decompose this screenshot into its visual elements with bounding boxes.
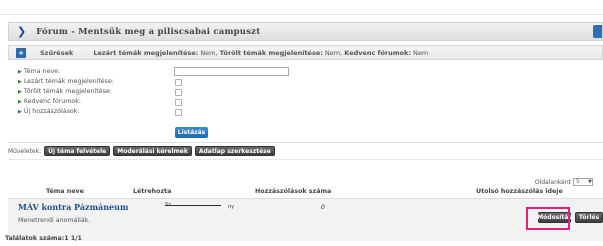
forum-title: Fórum - Mentsük meg a piliscsabai campus…: [36, 26, 261, 37]
arrow-icon: ▶: [18, 108, 22, 115]
header-last-post-time: Utolsó hozzászólás ideje: [476, 188, 563, 195]
corner-action-button[interactable]: [593, 25, 602, 38]
list-button[interactable]: Listázás: [175, 127, 208, 138]
form-row-topic-name: ▶ Téma neve:: [18, 67, 60, 76]
header-created-by: Létrehozta: [133, 188, 172, 195]
closed-topics-label: Lezárt témák megjelenítése:: [23, 78, 114, 85]
per-page-control: Oldalanként 5 ▼: [535, 178, 593, 186]
topic-link[interactable]: MÁV kontra Pázmáneum: [18, 202, 128, 212]
filter-summary: Lezárt témák megjelenítése: Nem, Törölt …: [93, 48, 429, 57]
form-row-favorites: ▶ Kedvenc fórumok:: [18, 97, 81, 106]
redaction-line: [165, 205, 221, 206]
forum-header-bar: ❯ Fórum - Mentsük meg a piliscsabai camp…: [8, 22, 603, 41]
per-page-select[interactable]: 5 ▼: [573, 178, 593, 186]
header-topic-name: Téma neve: [46, 188, 84, 195]
closed-topics-checkbox[interactable]: [175, 79, 182, 86]
deleted-topics-label: Törölt témák megjelenítése:: [23, 88, 112, 95]
arrow-icon: ▶: [18, 98, 22, 105]
table-row: MÁV kontra Pázmáneum Sz ny 0 Menetrendi …: [8, 198, 603, 241]
deleted-topics-checkbox[interactable]: [175, 89, 182, 96]
favorite-forums-label: Kedvenc fórumok:: [23, 98, 82, 105]
topic-name-label: Téma neve:: [23, 68, 61, 75]
new-posts-checkbox[interactable]: [175, 109, 182, 116]
per-page-value: 5: [576, 178, 580, 185]
chevron-down-icon: ▼: [588, 179, 592, 185]
form-row-new-posts: ▶ Új hozzászólások:: [18, 107, 79, 116]
topic-description: Menetrendi anomáliák.: [18, 217, 91, 224]
result-count: Találatok száma:1 1/1: [5, 235, 82, 242]
divider: [8, 142, 603, 143]
operations-bar: Műveletek: Új téma felvétele Moderálási …: [8, 145, 275, 157]
arrow-icon: ▶: [18, 78, 22, 85]
table-header: Téma neve Létrehozta Hozzászólások száma…: [8, 188, 603, 197]
arrow-icon: ▶: [18, 88, 22, 95]
highlight-box: [526, 207, 570, 230]
header-post-count: Hozzászólások száma: [255, 188, 332, 195]
top-edge: [0, 0, 603, 15]
form-row-closed: ▶ Lezárt témák megjelenítése:: [18, 77, 114, 86]
operations-label: Műveletek:: [8, 147, 42, 155]
new-topic-button[interactable]: Új téma felvétele: [44, 146, 111, 156]
topic-name-input[interactable]: [174, 67, 289, 76]
filter-label: Szűrések: [40, 48, 74, 57]
arrow-icon: ▶: [18, 68, 22, 75]
form-row-deleted: ▶ Törölt témák megjelenítése:: [18, 87, 112, 96]
divider: [8, 159, 603, 160]
edit-data-sheet-button[interactable]: Adatlap szerkesztése: [194, 146, 275, 156]
moderation-requests-button[interactable]: Moderálási kérelmek: [113, 146, 192, 156]
new-posts-label: Új hozzászólások:: [23, 108, 80, 115]
creator-name-b: ny: [228, 204, 235, 210]
chevron-right-icon: ❯: [17, 25, 27, 38]
favorite-forums-checkbox[interactable]: [175, 99, 182, 106]
post-count: 0: [321, 204, 325, 211]
filter-summary-bar[interactable]: + Szűrések Lezárt témák megjelenítése: N…: [8, 45, 603, 60]
plus-icon[interactable]: +: [16, 47, 26, 58]
per-page-label: Oldalanként: [534, 178, 571, 186]
delete-button[interactable]: Törlés: [575, 212, 603, 223]
